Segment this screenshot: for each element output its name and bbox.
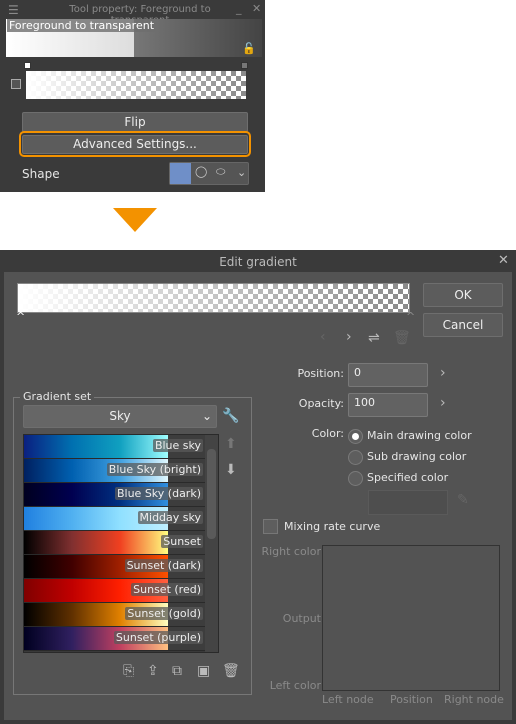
gradient-set-legend: Gradient set (20, 390, 95, 403)
edit-gradient-dialog: Edit gradient ✕ ^ ^ OK Cancel ‹ › ⇌ 🗑 Gr… (0, 250, 516, 724)
opacity-label: Opacity: (298, 397, 344, 410)
gradient-preview[interactable]: Foreground to transparent 🔓 (6, 19, 262, 57)
scrollbar-thumb[interactable] (207, 449, 216, 539)
left-stop-marker[interactable]: ^ (16, 310, 25, 323)
export-icon[interactable]: ⇪ (147, 663, 159, 679)
radio-label: Sub drawing color (367, 450, 467, 463)
radio-button[interactable] (348, 428, 363, 444)
gradient-item-label: Sunset (gold) (125, 607, 203, 620)
eyedropper-icon: ✎ (457, 492, 469, 508)
right-stop-handle[interactable] (241, 62, 248, 69)
mixing-label: Mixing rate curve (284, 520, 381, 533)
right-stop-marker[interactable]: ^ (406, 310, 415, 323)
chevron-down-icon: ⌄ (201, 409, 212, 423)
gradient-item-label: Sunset (161, 535, 203, 548)
shape-selector[interactable]: ◯ ⬭ ⌄ (169, 162, 249, 185)
next-stop-icon[interactable]: › (346, 329, 352, 345)
left-node-label: Left node (322, 693, 374, 706)
gradient-list-item[interactable]: Sunset (24, 531, 205, 555)
close-icon[interactable]: ✕ (498, 253, 509, 268)
gradient-list-item[interactable]: Midday sky (24, 507, 205, 531)
gradient-list-item[interactable]: Blue sky (24, 435, 205, 459)
menu-icon[interactable]: ☰ (8, 3, 19, 17)
gradient-item-label: Sunset (red) (131, 583, 203, 596)
color-radio-group: Main drawing color Sub drawing color Spe… (348, 425, 472, 488)
duplicate-icon[interactable]: ⧉ (172, 663, 182, 679)
tool-property-panel: ☰ Tool property: Foreground to transpare… (0, 0, 265, 192)
gradient-item-label: Blue Sky (bright) (106, 463, 203, 476)
chevron-down-icon[interactable]: ⌄ (237, 166, 246, 179)
left-stop-handle[interactable] (24, 62, 31, 69)
advanced-settings-button[interactable]: Advanced Settings... (22, 135, 248, 154)
import-icon[interactable]: ⎘ (123, 663, 134, 679)
radio-button[interactable] (348, 449, 363, 465)
output-label: Output (282, 612, 321, 625)
mixing-curve-graph (322, 545, 500, 691)
gradient-list-item[interactable]: Sunset (dark) (24, 555, 205, 579)
radio-label: Main drawing color (367, 429, 472, 442)
right-node-label: Right node (444, 693, 504, 706)
minimize-icon[interactable]: _ (236, 2, 242, 15)
right-color-label: Right color (261, 545, 321, 558)
chevron-right-icon[interactable]: › (440, 395, 446, 411)
gradient-swatch (24, 531, 168, 554)
delete-icon[interactable]: 🗑 (222, 663, 240, 679)
add-gradient-icon[interactable]: ▣ (197, 663, 210, 679)
position-input[interactable]: 0 (348, 363, 428, 387)
gradient-item-label: Midday sky (137, 511, 203, 524)
dialog-body: ^ ^ OK Cancel ‹ › ⇌ 🗑 Gradient set Sky ⌄… (4, 272, 512, 720)
shape-linear-icon[interactable] (170, 163, 191, 184)
gradient-set-dropdown[interactable]: Sky ⌄ (23, 405, 217, 428)
gradient-bar[interactable] (26, 71, 246, 99)
shape-ellipse-icon[interactable]: ⬭ (216, 165, 225, 179)
gradient-list-item[interactable]: Sunset (red) (24, 579, 205, 603)
down-arrow (113, 208, 157, 232)
gradient-list-item[interactable]: Blue Sky (dark) (24, 483, 205, 507)
gradient-item-label: Sunset (dark) (124, 559, 203, 572)
color-label: Color: (311, 427, 344, 440)
chevron-right-icon[interactable]: › (440, 365, 446, 381)
gradient-list[interactable]: Blue sky Blue Sky (bright) Blue Sky (dark)… (23, 434, 219, 653)
gradient-item-label: Blue sky (152, 439, 203, 452)
shape-circle-icon[interactable]: ◯ (195, 165, 207, 178)
gradient-list-item[interactable]: Sunset (purple) (24, 627, 205, 651)
prev-stop-icon[interactable]: ‹ (320, 329, 326, 345)
gradient-name: Foreground to transparent (7, 19, 157, 32)
collapse-icon[interactable] (11, 79, 21, 89)
ok-button[interactable]: OK (423, 283, 503, 307)
move-up-icon[interactable]: ⬆ (225, 436, 237, 452)
radio-button[interactable] (348, 470, 363, 486)
gradient-bar[interactable] (17, 283, 410, 313)
position-axis-label: Position (390, 693, 433, 706)
mixing-checkbox[interactable] (263, 519, 278, 534)
gradient-list-item[interactable]: Blue Sky (bright) (24, 459, 205, 483)
selected-set: Sky (109, 409, 131, 423)
position-label: Position: (297, 367, 344, 380)
radio-main-color[interactable]: Main drawing color (348, 425, 472, 446)
flip-button[interactable]: Flip (22, 112, 248, 132)
cancel-button[interactable]: Cancel (423, 313, 503, 337)
lock-icon[interactable]: 🔓 (242, 42, 256, 55)
gradient-item-label: Blue Sky (dark) (114, 487, 203, 500)
reverse-icon[interactable]: ⇌ (368, 330, 380, 346)
wrench-icon[interactable]: 🔧 (222, 408, 239, 424)
move-down-icon[interactable]: ⬇ (225, 462, 237, 478)
shape-label: Shape (22, 167, 60, 181)
delete-stop-icon[interactable]: 🗑 (393, 330, 411, 346)
gradient-item-label: Sunset (purple) (113, 631, 203, 644)
scrollbar[interactable] (205, 435, 218, 652)
gradient-swatch (24, 435, 168, 458)
radio-specified-color[interactable]: Specified color (348, 467, 472, 488)
gradient-list-item[interactable]: Sunset (gold) (24, 603, 205, 627)
close-icon[interactable]: ✕ (252, 2, 261, 15)
radio-label: Specified color (367, 471, 449, 484)
radio-sub-color[interactable]: Sub drawing color (348, 446, 472, 467)
specified-color-swatch (368, 490, 448, 515)
opacity-input[interactable]: 100 (348, 393, 428, 417)
left-color-label: Left color (269, 679, 321, 692)
dialog-title: Edit gradient (219, 255, 297, 269)
